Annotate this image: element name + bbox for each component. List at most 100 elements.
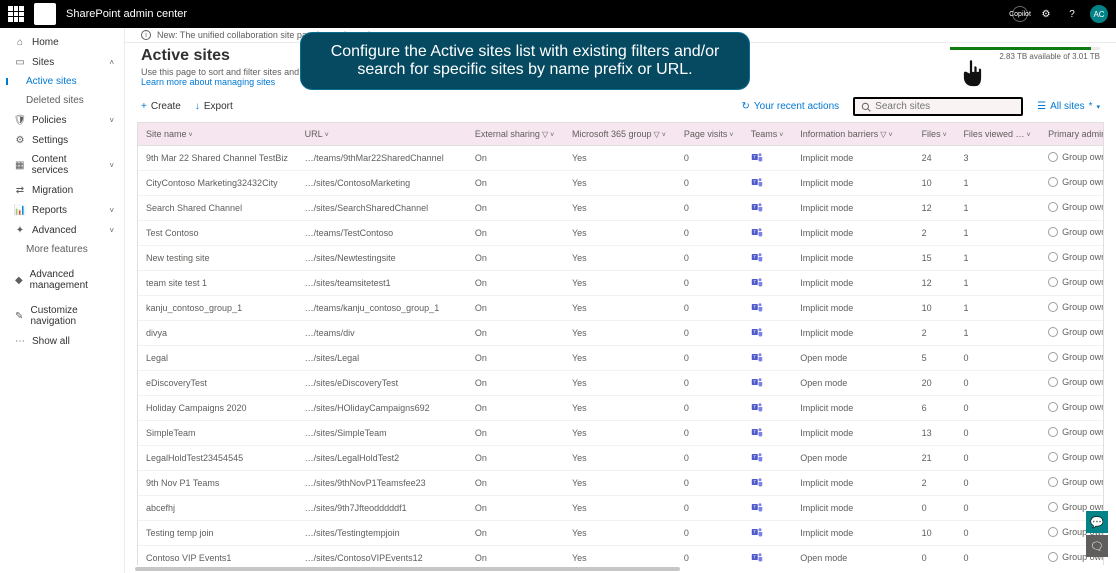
main-content: i New: The unified collaboration site pa… xyxy=(125,28,1116,573)
nav-home[interactable]: ⌂Home xyxy=(0,32,124,52)
svg-text:T: T xyxy=(753,480,756,485)
recent-actions-button[interactable]: ↻ Your recent actions xyxy=(742,101,840,112)
sites-table-container[interactable]: Site name˅URL˅External sharing▽˅Microsof… xyxy=(137,122,1104,567)
col-url[interactable]: URL˅ xyxy=(297,123,467,146)
nav-policies[interactable]: 🛡Policies˅ xyxy=(0,110,124,130)
cell-url: …/teams/div xyxy=(297,321,467,346)
nav-advanced-management[interactable]: ◆Advanced management xyxy=(0,265,124,295)
search-input[interactable] xyxy=(875,101,1015,112)
table-row[interactable]: kanju_contoso_group_1…/teams/kanju_conto… xyxy=(138,296,1104,321)
cell-files: 24 xyxy=(914,146,956,171)
cell-url: …/teams/kanju_contoso_group_1 xyxy=(297,296,467,321)
cell-information-barriers: Implicit mode xyxy=(792,271,913,296)
teams-icon: T xyxy=(751,251,763,263)
nav-label: Show all xyxy=(32,336,70,347)
nav-content-services[interactable]: ▦Content services˅ xyxy=(0,150,124,180)
cell-files-viewed: 1 xyxy=(955,271,1040,296)
col-files-viewed-[interactable]: Files viewed …˅ xyxy=(955,123,1040,146)
nav-advanced[interactable]: ✦Advanced˅ xyxy=(0,220,124,240)
cell-external-sharing: On xyxy=(467,496,564,521)
col-external-sharing[interactable]: External sharing▽˅ xyxy=(467,123,564,146)
cell-information-barriers: Implicit mode xyxy=(792,296,913,321)
cell-teams: T xyxy=(743,446,793,471)
table-row[interactable]: Contoso VIP Events1…/sites/ContosoVIPEve… xyxy=(138,546,1104,568)
chevron-down-icon: ˅ xyxy=(729,132,733,139)
table-row[interactable]: Holiday Campaigns 2020…/sites/HOlidayCam… xyxy=(138,396,1104,421)
view-selector[interactable]: ☰ All sites* ▾ xyxy=(1037,101,1100,112)
cell-information-barriers: Open mode xyxy=(792,546,913,568)
table-row[interactable]: New testing site…/sites/NewtestingsiteOn… xyxy=(138,246,1104,271)
cell-teams: T xyxy=(743,221,793,246)
help-icon[interactable]: ? xyxy=(1064,6,1080,22)
tenant-logo: 🛡 xyxy=(34,3,56,25)
nav-reports[interactable]: 📊Reports˅ xyxy=(0,200,124,220)
table-row[interactable]: team site test 1…/sites/teamsitetest1OnY… xyxy=(138,271,1104,296)
cell-teams: T xyxy=(743,146,793,171)
cell-primary-admin: Group owners xyxy=(1040,321,1104,346)
nav-settings[interactable]: ⚙Settings xyxy=(0,130,124,150)
tutorial-callout: Configure the Active sites list with exi… xyxy=(300,32,750,90)
person-icon xyxy=(1048,152,1058,162)
feedback-button[interactable]: 💬 xyxy=(1086,511,1108,533)
col-information-barriers[interactable]: Information barriers▽˅ xyxy=(792,123,913,146)
table-row[interactable]: 9th Mar 22 Shared Channel TestBiz…/teams… xyxy=(138,146,1104,171)
cell-site-name: Contoso VIP Events1 xyxy=(138,546,297,568)
cell-information-barriers: Implicit mode xyxy=(792,221,913,246)
col-teams[interactable]: Teams˅ xyxy=(743,123,793,146)
col-microsoft-365-group[interactable]: Microsoft 365 group▽˅ xyxy=(564,123,676,146)
cell-page-visits: 0 xyxy=(676,546,743,568)
col-site-name[interactable]: Site name˅ xyxy=(138,123,297,146)
table-row[interactable]: Legal…/sites/LegalOnYes0TOpen mode50Grou… xyxy=(138,346,1104,371)
cell-files: 10 xyxy=(914,521,956,546)
cell-site-name: Holiday Campaigns 2020 xyxy=(138,396,297,421)
app-launcher-icon[interactable] xyxy=(8,6,24,22)
export-button[interactable]: ↓ Export xyxy=(195,101,233,112)
cell-files-viewed: 0 xyxy=(955,471,1040,496)
table-row[interactable]: Test Contoso…/teams/TestContosoOnYes0TIm… xyxy=(138,221,1104,246)
account-avatar[interactable]: AC xyxy=(1090,5,1108,23)
table-row[interactable]: divya…/teams/divOnYes0TImplicit mode21Gr… xyxy=(138,321,1104,346)
settings-icon[interactable]: ⚙ xyxy=(1038,6,1054,22)
table-row[interactable]: 9th Nov P1 Teams…/sites/9thNovP1Teamsfee… xyxy=(138,471,1104,496)
cell-external-sharing: On xyxy=(467,321,564,346)
horizontal-scrollbar[interactable] xyxy=(125,565,1116,573)
nav-deleted-sites[interactable]: Deleted sites xyxy=(0,91,124,110)
chevron-down-icon: ˅ xyxy=(189,132,193,139)
col-primary-admin[interactable]: Primary admin˅ xyxy=(1040,123,1104,146)
nav-more-features[interactable]: More features xyxy=(0,240,124,259)
cell-files: 5 xyxy=(914,346,956,371)
table-row[interactable]: Testing temp join…/sites/Testingtempjoin… xyxy=(138,521,1104,546)
table-row[interactable]: Search Shared Channel…/sites/SearchShare… xyxy=(138,196,1104,221)
table-row[interactable]: abcefhj…/sites/9th7Jfteodddddf1OnYes0TIm… xyxy=(138,496,1104,521)
cell-teams: T xyxy=(743,471,793,496)
col-page-visits[interactable]: Page visits˅ xyxy=(676,123,743,146)
col-files[interactable]: Files˅ xyxy=(914,123,956,146)
search-box[interactable] xyxy=(853,97,1023,116)
table-row[interactable]: SimpleTeam…/sites/SimpleTeamOnYes0TImpli… xyxy=(138,421,1104,446)
history-icon: ↻ xyxy=(742,101,750,112)
nav-customize-navigation[interactable]: ✎Customize navigation xyxy=(0,301,124,331)
cell-site-name: CityContoso Marketing32432City xyxy=(138,171,297,196)
cell-files: 2 xyxy=(914,221,956,246)
cell-information-barriers: Implicit mode xyxy=(792,146,913,171)
nav-show-all[interactable]: ⋯Show all xyxy=(0,331,124,351)
svg-text:T: T xyxy=(753,455,756,460)
svg-text:T: T xyxy=(753,255,756,260)
nav-active-sites[interactable]: Active sites xyxy=(0,72,124,91)
table-row[interactable]: LegalHoldTest23454545…/sites/LegalHoldTe… xyxy=(138,446,1104,471)
learn-more-link[interactable]: Learn more about managing sites xyxy=(141,77,275,87)
cell-m365-group: Yes xyxy=(564,321,676,346)
copilot-button[interactable]: Copilot xyxy=(1012,6,1028,22)
table-row[interactable]: CityContoso Marketing32432City…/sites/Co… xyxy=(138,171,1104,196)
help-pane-button[interactable]: 🗨 xyxy=(1086,535,1108,557)
cell-information-barriers: Implicit mode xyxy=(792,246,913,271)
cell-primary-admin: Group owners xyxy=(1040,221,1104,246)
nav-sites[interactable]: ▭Sites˄ xyxy=(0,52,124,72)
cell-url: …/sites/ContosoVIPEvents12 xyxy=(297,546,467,568)
nav-migration[interactable]: ⇄Migration xyxy=(0,180,124,200)
table-row[interactable]: eDiscoveryTest…/sites/eDiscoveryTestOnYe… xyxy=(138,371,1104,396)
nav-label: Settings xyxy=(32,135,68,146)
cell-url: …/sites/LegalHoldTest2 xyxy=(297,446,467,471)
person-icon xyxy=(1048,477,1058,487)
create-button[interactable]: + Create xyxy=(141,101,181,112)
